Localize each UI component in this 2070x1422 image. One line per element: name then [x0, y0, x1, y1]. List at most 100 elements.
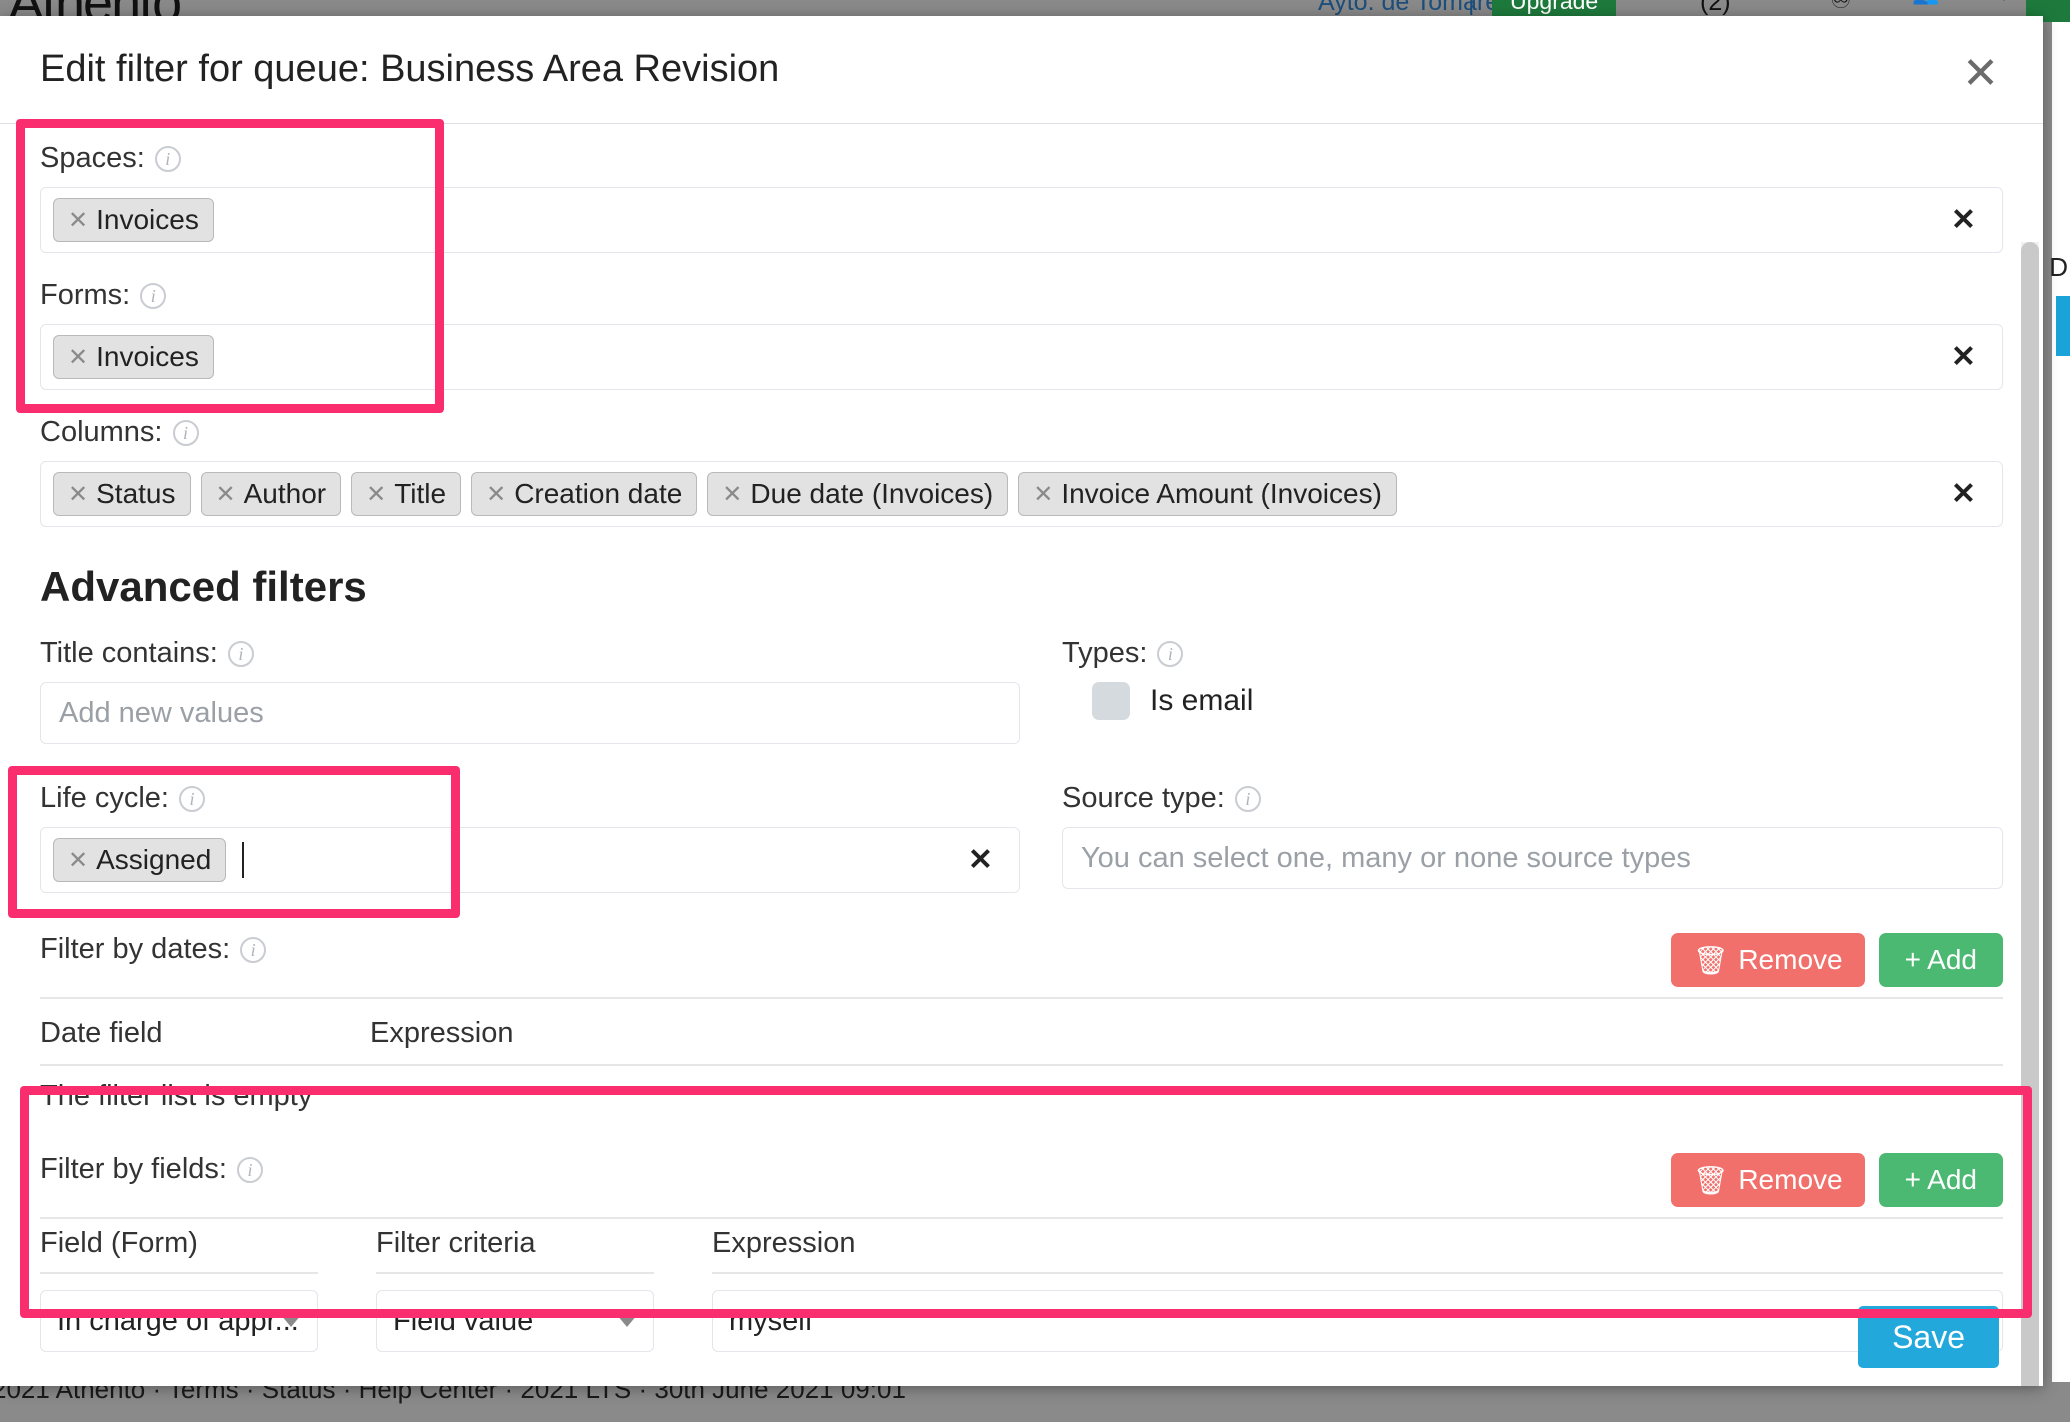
- tag-spaces-invoices[interactable]: ✕ Invoices: [53, 198, 214, 242]
- clear-icon[interactable]: ✕: [968, 843, 993, 878]
- tag-label: Status: [96, 478, 175, 510]
- close-icon[interactable]: ✕: [366, 480, 386, 509]
- tag-column-creation-date[interactable]: ✕ Creation date: [471, 472, 697, 516]
- tag-label: Creation date: [514, 478, 682, 510]
- text-cursor: [242, 842, 244, 878]
- table-header-row: Date field Expression: [40, 1007, 2003, 1065]
- right-accent-bar: [2056, 296, 2070, 356]
- types-label: Types: i: [1062, 637, 2003, 670]
- save-button[interactable]: Save: [1858, 1306, 1999, 1368]
- close-icon[interactable]: ✕: [68, 343, 88, 372]
- source-type-group: Source type: i You can select one, many …: [1062, 782, 2003, 893]
- expression-select[interactable]: myself: [712, 1290, 2003, 1352]
- info-icon[interactable]: i: [228, 641, 254, 667]
- remove-field-filter-button[interactable]: 🗑 Remove: [1671, 1153, 1865, 1207]
- title-contains-input[interactable]: Add new values: [40, 682, 1020, 744]
- filter-by-dates-label-text: Filter by dates:: [40, 933, 230, 966]
- add-date-filter-button[interactable]: + Add: [1879, 933, 2003, 987]
- column-header-expression: Expression: [370, 1007, 2003, 1065]
- tag-forms-invoices[interactable]: ✕ Invoices: [53, 335, 214, 379]
- columns-input[interactable]: ✕ Status ✕ Author ✕ Title ✕ Creation dat…: [40, 461, 2003, 527]
- page-footer: 2021 Athento · Terms · Status · Help Cen…: [0, 1382, 2070, 1422]
- close-icon[interactable]: ✕: [1962, 52, 1999, 96]
- tag-label: Invoices: [96, 204, 199, 236]
- add-field-filter-button[interactable]: + Add: [1879, 1153, 2003, 1207]
- source-type-input[interactable]: You can select one, many or none source …: [1062, 827, 2003, 889]
- filter-by-fields-label-text: Filter by fields:: [40, 1153, 227, 1186]
- spaces-input[interactable]: ✕ Invoices ✕: [40, 187, 2003, 253]
- column-header-filter-criteria: Filter criteria: [376, 1227, 654, 1274]
- title-contains-group: Title contains: i Add new values: [40, 637, 1020, 744]
- info-icon[interactable]: i: [140, 283, 166, 309]
- close-icon[interactable]: ✕: [68, 846, 88, 875]
- tag-label: Invoice Amount (Invoices): [1061, 478, 1382, 510]
- info-icon[interactable]: i: [179, 786, 205, 812]
- filter-by-fields-header: Filter by fields: i 🗑 Remove + Add: [40, 1153, 2003, 1207]
- clear-icon[interactable]: ✕: [1951, 340, 1976, 375]
- tag-column-status[interactable]: ✕ Status: [53, 472, 191, 516]
- column-header-date-field: Date field: [40, 1007, 370, 1065]
- filter-by-fields-actions: 🗑 Remove + Add: [1671, 1153, 2003, 1207]
- remove-label: Remove: [1738, 1164, 1842, 1196]
- field-form-select[interactable]: In charge of appr...: [40, 1290, 318, 1352]
- forms-input[interactable]: ✕ Invoices ✕: [40, 324, 2003, 390]
- clear-icon[interactable]: ✕: [1951, 477, 1976, 512]
- info-icon[interactable]: i: [173, 420, 199, 446]
- columns-label-text: Columns:: [40, 416, 163, 449]
- people-icon[interactable]: 👥: [1912, 0, 1939, 6]
- chevron-down-icon: [281, 1315, 301, 1327]
- types-option-is-email[interactable]: Is email: [1092, 682, 2003, 720]
- topbar-tenant-name: Ayto. de Tomares: [1318, 0, 1512, 17]
- close-icon[interactable]: ✕: [486, 480, 506, 509]
- modal-header: Edit filter for queue: Business Area Rev…: [0, 16, 2043, 124]
- right-edge: [2052, 22, 2070, 1402]
- topbar-separator: |: [1468, 0, 1475, 17]
- remove-date-filter-button[interactable]: 🗑 Remove: [1671, 933, 1865, 987]
- tag-column-due-date[interactable]: ✕ Due date (Invoices): [707, 472, 1008, 516]
- info-icon[interactable]: i: [155, 146, 181, 172]
- tag-label: Author: [244, 478, 327, 510]
- source-type-label-text: Source type:: [1062, 782, 1225, 815]
- checkbox-icon[interactable]: [1092, 682, 1130, 720]
- filter-by-fields-divider: [40, 1217, 2003, 1219]
- life-cycle-group: Life cycle: i ✕ Assigned ✕: [40, 782, 1020, 893]
- checkbox-label: Is email: [1150, 684, 1253, 718]
- tag-column-title[interactable]: ✕ Title: [351, 472, 461, 516]
- close-icon[interactable]: ✕: [216, 480, 236, 509]
- advanced-filters-second-row: Life cycle: i ✕ Assigned ✕ Source type: …: [40, 782, 2003, 893]
- close-icon[interactable]: ✕: [68, 480, 88, 509]
- close-icon[interactable]: ✕: [68, 206, 88, 235]
- trash-icon: 🗑: [1693, 944, 1729, 977]
- bell-icon[interactable]: ♾: [1830, 0, 1852, 15]
- close-icon[interactable]: ✕: [722, 480, 742, 509]
- modal-scrollbar-thumb[interactable]: [2021, 242, 2039, 1386]
- info-icon[interactable]: i: [1157, 641, 1183, 667]
- info-icon[interactable]: i: [237, 1157, 263, 1183]
- remove-label: Remove: [1738, 944, 1842, 976]
- page-title: Edit filter for queue: Business Area Rev…: [40, 48, 779, 91]
- life-cycle-label-text: Life cycle:: [40, 782, 169, 815]
- clear-icon[interactable]: ✕: [1951, 203, 1976, 238]
- modal-body: Spaces: i ✕ Invoices ✕ Forms: i ✕ Invoic…: [0, 124, 2043, 1386]
- tag-life-cycle-assigned[interactable]: ✕ Assigned: [53, 838, 226, 882]
- life-cycle-input[interactable]: ✕ Assigned ✕: [40, 827, 1020, 893]
- spaces-label: Spaces: i: [40, 142, 2003, 175]
- advanced-filters-top-row: Title contains: i Add new values Types: …: [40, 637, 2003, 744]
- filter-criteria-select[interactable]: Field value: [376, 1290, 654, 1352]
- info-icon[interactable]: i: [1235, 786, 1261, 812]
- tag-column-author[interactable]: ✕ Author: [201, 472, 342, 516]
- tag-column-invoice-amount[interactable]: ✕ Invoice Amount (Invoices): [1018, 472, 1397, 516]
- close-icon[interactable]: ✕: [1033, 480, 1053, 509]
- title-contains-label-text: Title contains:: [40, 637, 218, 670]
- advanced-filters-heading: Advanced filters: [40, 563, 2003, 611]
- filter-by-dates-header: Filter by dates: i 🗑 Remove + Add: [40, 933, 2003, 987]
- expression-value: myself: [729, 1305, 813, 1338]
- filter-by-dates-actions: 🗑 Remove + Add: [1671, 933, 2003, 987]
- trash-icon: 🗑: [1693, 1164, 1729, 1197]
- column-header-field-form: Field (Form): [40, 1227, 318, 1274]
- info-icon[interactable]: i: [240, 937, 266, 963]
- upgrade-button[interactable]: Upgrade: [1492, 0, 1616, 17]
- tag-label: Invoices: [96, 341, 199, 373]
- gear-icon[interactable]: ⚙: [1994, 0, 2014, 6]
- table-row-empty: The filter list is empty: [40, 1065, 2003, 1113]
